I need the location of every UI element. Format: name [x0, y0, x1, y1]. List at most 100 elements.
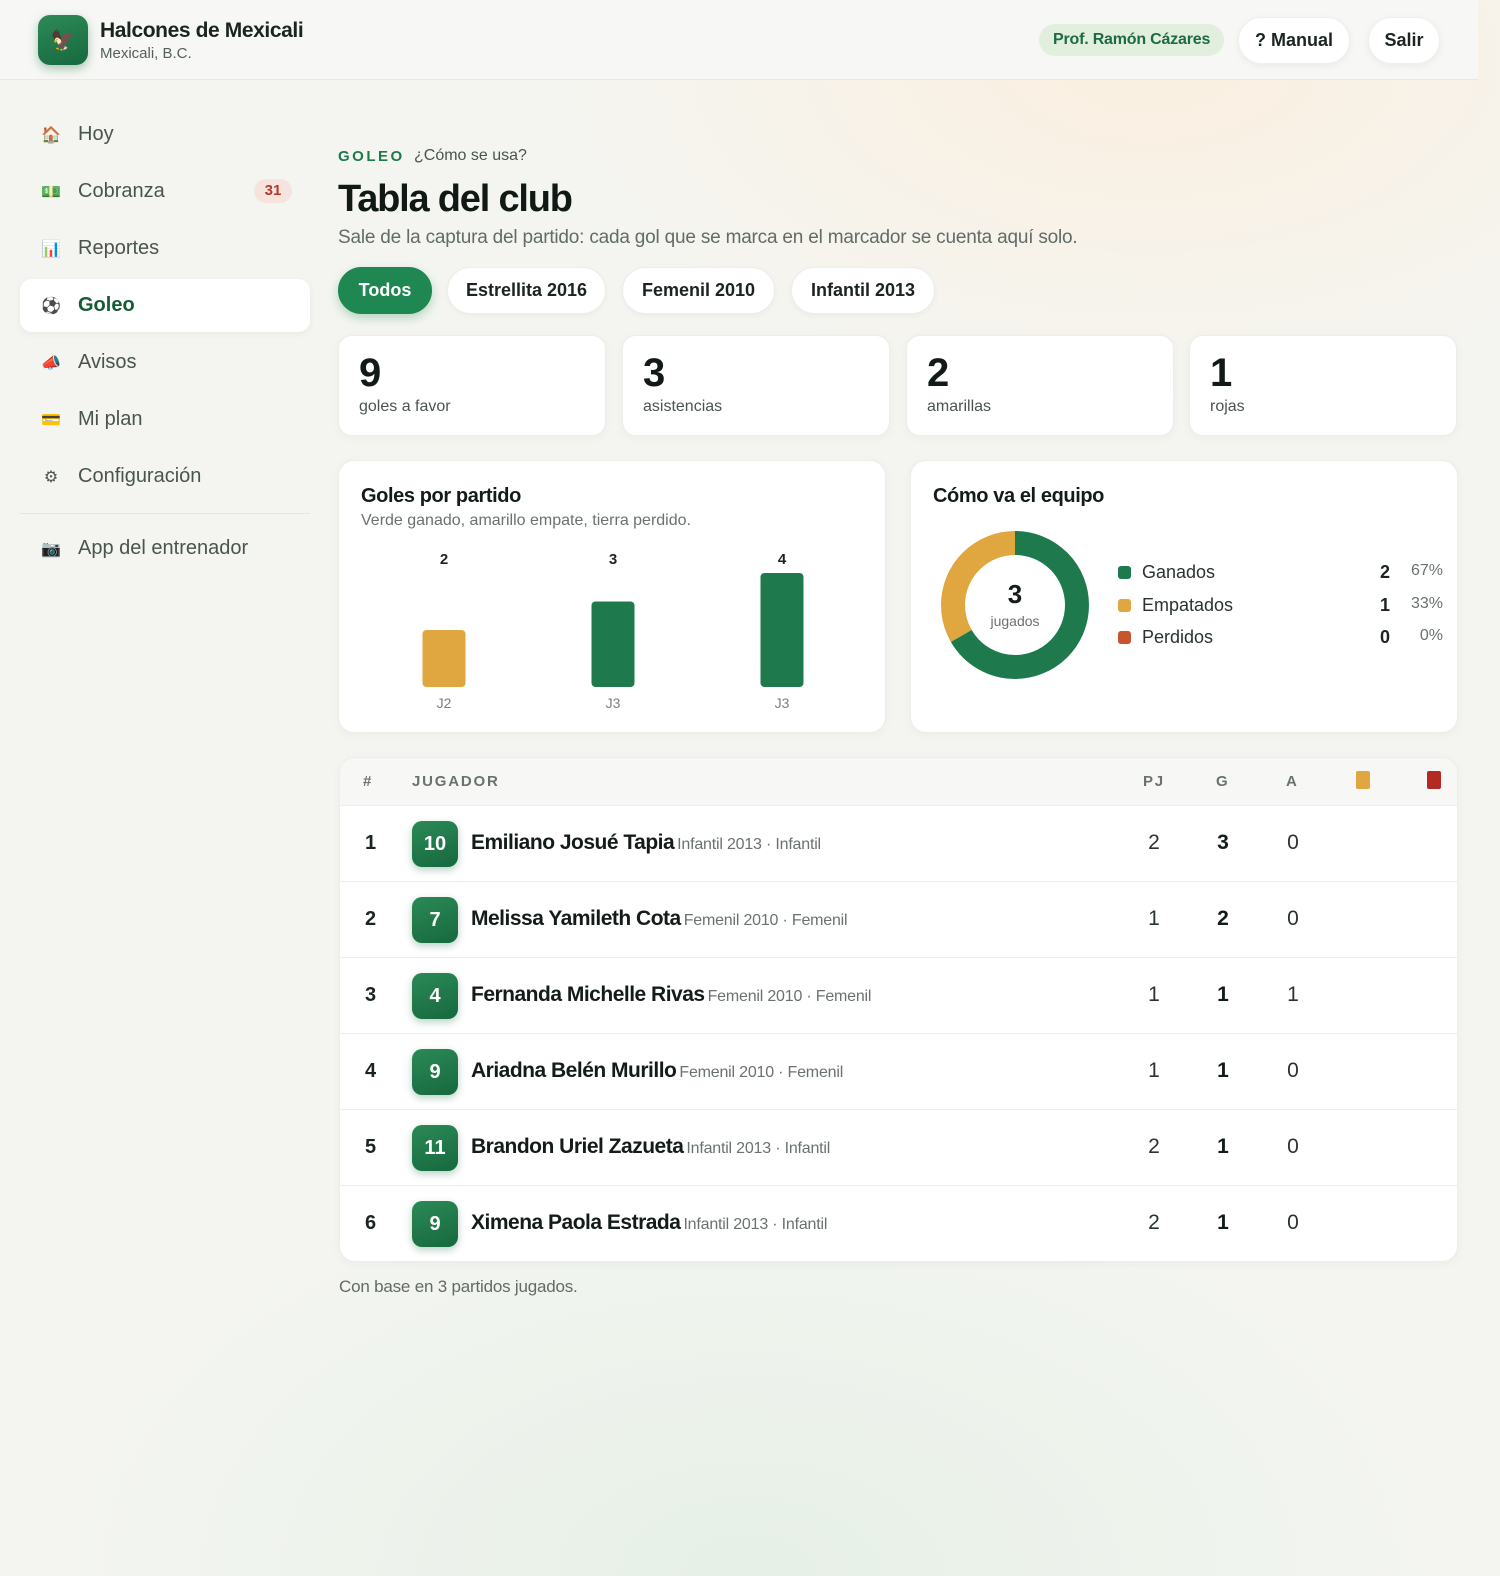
col-player-header: JUGADOR	[412, 773, 500, 790]
cell-pj: 1	[1148, 983, 1160, 1006]
logout-button[interactable]: Salir	[1368, 17, 1440, 64]
legend-label: Perdidos	[1142, 627, 1214, 647]
bar-value-label: 2	[440, 551, 448, 568]
footnote: Con base en 3 partidos jugados.	[339, 1277, 578, 1296]
bar-category-label: J2	[437, 695, 452, 711]
sidebar-item-configuracion[interactable]: ⚙ Configuración	[20, 450, 310, 503]
sidebar-item-label: Mi plan	[78, 408, 143, 430]
section-eyebrow: GOLEO	[338, 148, 405, 165]
home-icon: 🏠	[41, 126, 61, 144]
sidebar-item-hoy[interactable]: 🏠 Hoy	[20, 108, 310, 161]
jersey-number: 7	[412, 897, 458, 943]
sidebar-item-label: Cobranza	[78, 180, 165, 202]
filter-todos[interactable]: Todos	[338, 267, 432, 314]
legend-count: 0	[1379, 627, 1390, 647]
legend-row-perdidos: Perdidos 0 0%	[1118, 627, 1443, 651]
howto-link[interactable]: ¿Cómo se usa?	[414, 147, 527, 165]
sidebar-item-goleo[interactable]: ⚽ Goleo	[20, 279, 310, 332]
filter-estrellita-2016[interactable]: Estrellita 2016	[447, 267, 606, 314]
legend-percent: 0%	[1419, 627, 1443, 644]
cobranza-count-badge: 31	[254, 179, 292, 203]
yellow-card-icon	[1356, 771, 1370, 789]
stat-label: asistencias	[643, 398, 723, 415]
camera-icon: 📷	[41, 540, 61, 558]
jersey-number: 11	[412, 1125, 458, 1171]
stat-label: rojas	[1210, 398, 1245, 415]
player-name: Fernanda Michelle Rivas	[471, 983, 705, 1006]
filter-infantil-2013[interactable]: Infantil 2013	[791, 267, 935, 314]
player-name-cell: Melissa Yamileth Cota Femenil 2010 · Feme…	[471, 907, 848, 931]
cell-assists: 0	[1287, 1211, 1299, 1234]
filter-femenil-2010[interactable]: Femenil 2010	[622, 267, 775, 314]
brand-logo-icon: 🦅	[38, 15, 88, 65]
bar-value-label: 4	[778, 551, 787, 568]
legend-swatch	[1118, 599, 1131, 612]
credit-card-icon: 💳	[41, 411, 61, 429]
sidebar-item-label: Goleo	[78, 294, 135, 316]
stat-card-assists: 3 asistencias	[622, 335, 890, 436]
sidebar-item-mi-plan[interactable]: 💳 Mi plan	[20, 393, 310, 446]
table-header: # JUGADOR PJ G A	[340, 758, 1457, 806]
scorers-table: # JUGADOR PJ G A 1 1 0 Emiliano Josué Tap…	[339, 757, 1458, 1262]
player-name-cell: Brandon Uriel Zazueta Infantil 2013 · Inf…	[471, 1135, 830, 1159]
stat-value: 1	[1210, 351, 1232, 395]
red-card-icon	[1427, 771, 1441, 789]
table-row[interactable]: 3 4 Fernanda Michelle Rivas Femenil 2010 …	[340, 958, 1457, 1034]
jersey-number: 4	[412, 973, 458, 1019]
page-title: Tabla del club	[338, 178, 573, 220]
sidebar-item-label: Hoy	[78, 123, 114, 145]
sidebar-item-coach-app[interactable]: 📷 App del entrenador	[20, 522, 310, 575]
legend-row-empatados: Empatados 1 33%	[1118, 595, 1443, 619]
bar-j3-1	[591, 601, 635, 687]
player-name-cell: Emiliano Josué Tapia Infantil 2013 · Infa…	[471, 831, 821, 855]
cell-pj: 2	[1148, 831, 1160, 854]
table-row[interactable]: 4 9 Ariadna Belén Murillo Femenil 2010 · …	[340, 1034, 1457, 1110]
legend-swatch	[1118, 566, 1131, 579]
player-name: Ximena Paola Estrada	[471, 1211, 681, 1234]
donut-center-value: 3	[1007, 579, 1023, 609]
cell-goals: 2	[1217, 907, 1229, 930]
profile-badge[interactable]: Prof. Ramón Cázares	[1039, 24, 1225, 56]
stat-card-goals: 9 goles a favor	[338, 335, 606, 436]
jersey-number: 9	[412, 1201, 458, 1247]
legend-swatch	[1118, 631, 1131, 644]
col-g-header: G	[1216, 773, 1230, 790]
sidebar-divider	[20, 513, 310, 514]
donut-center-label: jugados	[990, 613, 1040, 629]
sidebar-item-reportes[interactable]: 📊 Reportes	[20, 222, 310, 275]
table-row[interactable]: 2 7 Melissa Yamileth Cota Femenil 2010 · …	[340, 882, 1457, 958]
page-subtitle: Sale de la captura del partido: cada gol…	[338, 227, 1078, 248]
cell-goals: 3	[1217, 831, 1229, 854]
stat-card-yellow: 2 amarillas	[906, 335, 1174, 436]
bar-chart-icon: 📊	[41, 240, 61, 258]
top-bar: 🦅 Halcones de Mexicali Mexicali, B.C. Pr…	[0, 0, 1478, 80]
table-row[interactable]: 1 10 Emiliano Josué Tapia Infantil 2013 ·…	[340, 806, 1457, 882]
col-pj-header: PJ	[1143, 773, 1165, 790]
cell-goals: 1	[1217, 1211, 1229, 1234]
bar-j3-2	[760, 573, 804, 687]
cell-pj: 2	[1148, 1211, 1160, 1234]
goals-chart-panel: Goles por partido Verde ganado, amarillo…	[338, 460, 886, 733]
cell-assists: 0	[1287, 1059, 1299, 1082]
sidebar-item-label: App del entrenador	[78, 537, 249, 559]
jersey-number: 9	[412, 1049, 458, 1095]
ball-icon: ⚽	[41, 297, 61, 315]
player-meta: Femenil 2010 · Femenil	[683, 912, 848, 929]
sidebar-item-cobranza[interactable]: 💵 Cobranza 31	[20, 165, 310, 218]
legend-percent: 67%	[1410, 562, 1443, 579]
table-row[interactable]: 5 11 Brandon Uriel Zazueta Infantil 2013 …	[340, 1110, 1457, 1186]
legend-count: 2	[1379, 562, 1390, 582]
player-meta: Infantil 2013 · Infantil	[683, 1216, 828, 1233]
row-rank: 1	[365, 832, 377, 854]
cell-assists: 0	[1287, 907, 1299, 930]
manual-button[interactable]: ? Manual	[1238, 17, 1350, 64]
cell-goals: 1	[1217, 1059, 1229, 1082]
player-name: Brandon Uriel Zazueta	[471, 1135, 684, 1158]
player-name: Emiliano Josué Tapia	[471, 831, 675, 854]
player-meta: Infantil 2013 · Infantil	[677, 836, 821, 853]
col-rank-header: #	[363, 773, 374, 790]
sidebar-item-avisos[interactable]: 📣 Avisos	[20, 336, 310, 389]
player-name: Melissa Yamileth Cota	[471, 907, 681, 930]
brand-city: Mexicali, B.C.	[100, 45, 192, 62]
table-row[interactable]: 6 9 Ximena Paola Estrada Infantil 2013 · …	[340, 1186, 1457, 1261]
